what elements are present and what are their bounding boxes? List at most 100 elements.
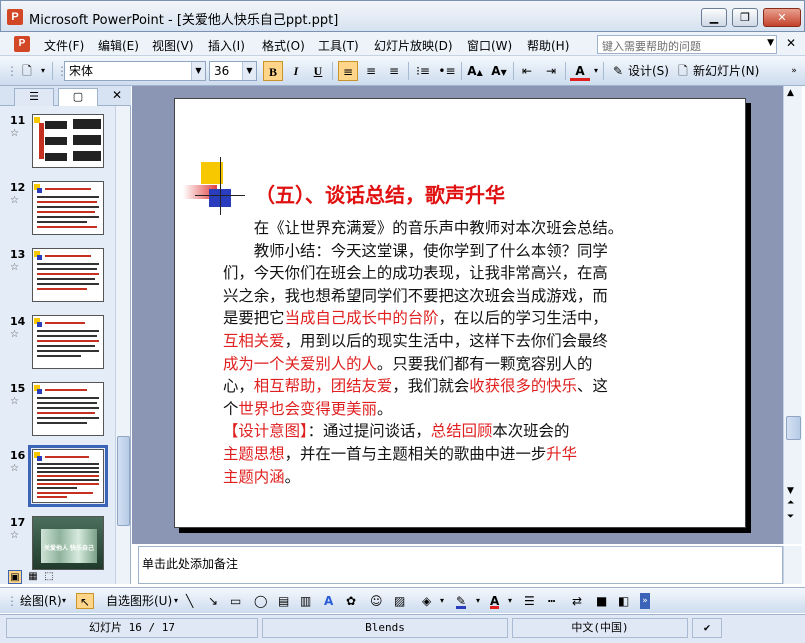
slideshow-icon[interactable]: ⬚ xyxy=(42,570,56,584)
textbox-icon[interactable]: ▤ xyxy=(278,593,289,609)
arrow-icon[interactable]: ↘ xyxy=(208,593,218,609)
line-style-icon[interactable]: ☰ xyxy=(524,593,535,609)
menu-file[interactable]: 文件(F) xyxy=(44,37,84,54)
oval-icon[interactable]: ◯ xyxy=(254,593,267,609)
chevron-down-icon[interactable]: ▾ xyxy=(476,593,480,609)
autoshapes-menu-button[interactable]: 自选图形(U) xyxy=(106,593,172,609)
scroll-down-icon[interactable]: ▼ xyxy=(787,486,794,496)
toolbar-options-icon[interactable]: » xyxy=(788,61,800,81)
thumbnails-scrollbar[interactable] xyxy=(115,106,130,584)
notes-pane[interactable]: 单击此处添加备注 xyxy=(138,546,783,584)
menu-edit[interactable]: 编辑(E) xyxy=(98,37,139,54)
slide-thumbnail-row[interactable]: 11 ☆ xyxy=(0,114,115,176)
slide-thumbnail-selected[interactable] xyxy=(28,445,108,507)
line-color-icon[interactable]: ✎ xyxy=(456,593,467,609)
slide-thumbnail-row[interactable]: 13 ☆ xyxy=(0,248,115,310)
chevron-down-icon[interactable]: ▾ xyxy=(38,61,48,81)
menu-insert[interactable]: 插入(I) xyxy=(208,37,245,54)
menu-view[interactable]: 视图(V) xyxy=(152,37,194,54)
underline-button[interactable]: U xyxy=(308,61,328,81)
normal-view-icon[interactable]: ▣ xyxy=(8,570,22,584)
slide-thumbnail[interactable] xyxy=(32,248,104,302)
align-center-button[interactable]: ≡ xyxy=(361,61,381,81)
slide-thumbnail[interactable] xyxy=(32,382,104,436)
menu-help[interactable]: 帮助(H) xyxy=(527,37,569,54)
chevron-down-icon[interactable]: ▾ xyxy=(174,593,178,609)
previous-slide-icon[interactable]: ⏶ xyxy=(787,498,794,508)
new-document-icon[interactable]: 🗋 xyxy=(18,61,36,81)
scrollbar-thumb[interactable] xyxy=(786,416,801,440)
document-close-button[interactable]: ✕ xyxy=(786,36,796,50)
scroll-up-icon[interactable]: ▲ xyxy=(787,88,794,98)
slide-thumbnail-row[interactable]: 15 ☆ xyxy=(0,382,115,444)
chevron-down-icon[interactable]: ▼ xyxy=(191,62,205,80)
font-size-combo[interactable]: 36 ▼ xyxy=(209,61,257,81)
chevron-down-icon[interactable]: ▼ xyxy=(767,38,774,48)
slide-scrollbar[interactable]: ▲ ▼ ⏶ ⏷ xyxy=(783,86,802,544)
slide-thumbnail-row[interactable]: 14 ☆ xyxy=(0,315,115,377)
dash-style-icon[interactable]: ┅ xyxy=(548,593,555,609)
slide-thumbnail[interactable] xyxy=(32,114,104,168)
chevron-down-icon[interactable]: ▾ xyxy=(62,593,66,609)
chevron-down-icon[interactable]: ▾ xyxy=(592,61,600,81)
help-search-input[interactable]: 键入需要帮助的问题 ▼ xyxy=(597,35,777,54)
slide-thumbnail-row[interactable]: 17 ☆ 关爱他人 快乐自己 xyxy=(0,516,115,578)
slide-thumbnail[interactable] xyxy=(32,315,104,369)
shadow-style-icon[interactable]: ■ xyxy=(596,593,607,609)
numbering-button[interactable]: ⁝≡ xyxy=(413,61,433,81)
font-name-combo[interactable]: 宋体 ▼ xyxy=(64,61,206,81)
increase-indent-icon[interactable]: ⇥ xyxy=(541,61,561,81)
wordart-icon[interactable]: A xyxy=(324,593,333,609)
fill-color-icon[interactable]: ◈ xyxy=(422,593,431,609)
decrease-indent-icon[interactable]: ⇤ xyxy=(517,61,537,81)
close-button[interactable]: ✕ xyxy=(763,8,801,27)
picture-icon[interactable]: ▨ xyxy=(394,593,405,609)
menu-tools[interactable]: 工具(T) xyxy=(318,37,359,54)
vertical-textbox-icon[interactable]: ▥ xyxy=(300,593,311,609)
document-icon[interactable]: P xyxy=(14,36,30,52)
slide-sorter-icon[interactable]: ▦ xyxy=(26,570,40,584)
menu-slideshow[interactable]: 幻灯片放映(D) xyxy=(374,37,453,54)
slide-thumbnail[interactable] xyxy=(32,181,104,235)
new-slide-button[interactable]: 新幻灯片(N) xyxy=(693,61,767,81)
rectangle-icon[interactable]: ▭ xyxy=(230,593,241,609)
slide-body-text[interactable]: 在《让世界充满爱》的音乐声中教师对本次班会总结。 教师小结：今天这堂课，使你学到… xyxy=(223,217,713,488)
diagram-icon[interactable]: ✿ xyxy=(346,593,356,609)
slide-thumbnail-row[interactable]: 12 ☆ xyxy=(0,181,115,243)
arrow-style-icon[interactable]: ⇄ xyxy=(572,593,582,609)
align-left-button[interactable]: ≡ xyxy=(338,61,358,81)
menu-window[interactable]: 窗口(W) xyxy=(467,37,512,54)
select-pointer-icon[interactable]: ↖ xyxy=(76,593,94,609)
pane-close-icon[interactable]: ✕ xyxy=(112,88,122,102)
current-slide[interactable]: （五）、谈话总结，歌声升华 在《让世界充满爱》的音乐声中教师对本次班会总结。 教… xyxy=(174,98,746,528)
tab-outline[interactable]: ☰ xyxy=(14,88,54,106)
notes-scrollbar[interactable] xyxy=(783,546,802,584)
restore-button[interactable]: ❐ xyxy=(732,8,758,27)
design-button[interactable]: 设计(S) xyxy=(628,61,672,81)
clipart-icon[interactable]: ☺ xyxy=(370,593,383,609)
chevron-down-icon[interactable]: ▾ xyxy=(508,593,512,609)
tab-slides[interactable]: ▢ xyxy=(58,88,98,106)
decrease-font-icon[interactable]: A▼ xyxy=(489,61,509,81)
toolbar-options-icon[interactable]: » xyxy=(640,593,650,609)
font-color-icon[interactable]: A xyxy=(490,593,500,609)
font-color-icon[interactable]: A xyxy=(570,61,590,81)
powerpoint-app-icon[interactable]: P xyxy=(7,9,23,25)
slide-thumbnail[interactable]: 关爱他人 快乐自己 xyxy=(32,516,104,570)
increase-font-icon[interactable]: A▲ xyxy=(465,61,485,81)
3d-style-icon[interactable]: ◧ xyxy=(618,593,629,609)
bold-button[interactable]: B xyxy=(263,61,283,81)
next-slide-icon[interactable]: ⏷ xyxy=(787,512,794,522)
menu-format[interactable]: 格式(O) xyxy=(262,37,305,54)
spellcheck-icon[interactable]: ✔ xyxy=(692,618,722,638)
chevron-down-icon[interactable]: ▼ xyxy=(242,62,256,80)
chevron-down-icon[interactable]: ▾ xyxy=(440,593,444,609)
slide-thumbnail-row-selected[interactable]: 16 ☆ xyxy=(0,445,115,511)
align-right-button[interactable]: ≡ xyxy=(384,61,404,81)
draw-menu-button[interactable]: 绘图(R) xyxy=(20,593,62,609)
italic-button[interactable]: I xyxy=(286,61,306,81)
slide-heading[interactable]: （五）、谈话总结，歌声升华 xyxy=(255,179,505,208)
line-icon[interactable]: ╲ xyxy=(186,593,193,609)
bullets-button[interactable]: •≡ xyxy=(437,61,457,81)
minimize-button[interactable]: ▁ xyxy=(701,8,727,27)
